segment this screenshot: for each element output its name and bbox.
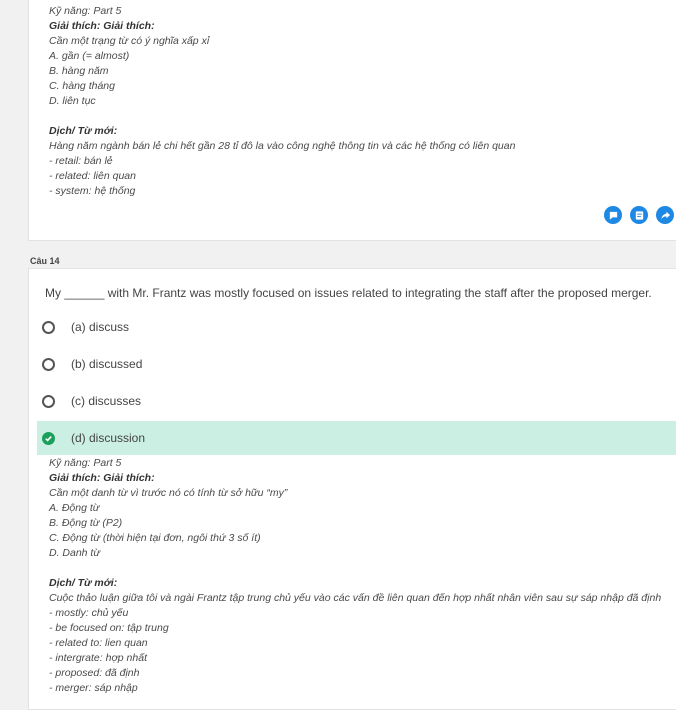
radio-icon (42, 394, 55, 408)
checkmark-icon (42, 431, 55, 445)
skill-label: Kỹ năng: Part 5 (49, 457, 122, 469)
explanation-heading: Giải thích: Giải thích: (49, 20, 155, 32)
option-label: (d) discussion (71, 431, 146, 445)
explanation-line: D. Danh từ (49, 547, 101, 559)
option-c[interactable]: (c) discusses (37, 384, 676, 418)
explanation-line: D. liên tục (49, 95, 96, 107)
option-label: (c) discusses (71, 394, 142, 408)
explanation-line: B. hàng năm (49, 65, 109, 77)
explanation-line: Cần một danh từ vì trước nó có tính từ s… (49, 487, 288, 499)
explanation-block: Kỹ năng: Part 5 Giải thích: Giải thích: … (49, 456, 661, 696)
share-icon (660, 211, 670, 219)
vocab-line: - be focused on: tập trung (49, 622, 169, 634)
vocab-line: - retail: bán lẻ (49, 155, 113, 167)
option-a[interactable]: (a) discuss (37, 310, 676, 344)
explanation-line: C. Động từ (thời hiện tại đơn, ngôi thứ … (49, 532, 261, 544)
translation-line: Cuộc thảo luận giữa tôi và ngài Frantz t… (49, 592, 662, 604)
explanation-line: B. Động từ (P2) (49, 517, 123, 529)
explanation-line: Cần một trạng từ có ý nghĩa xấp xỉ (49, 35, 210, 47)
option-label: (a) discuss (71, 320, 130, 334)
translation-heading: Dịch/ Từ mới: (49, 577, 118, 589)
comment-icon (609, 211, 617, 220)
question-text: My ______ with Mr. Frantz was mostly foc… (45, 286, 652, 300)
question-card: My ______ with Mr. Frantz was mostly foc… (28, 268, 676, 710)
note-button[interactable] (630, 206, 648, 224)
option-d[interactable]: (d) discussion (37, 421, 676, 455)
explanation-block: Kỹ năng: Part 5 Giải thích: Giải thích: … (49, 4, 515, 199)
option-b[interactable]: (b) discussed (37, 347, 676, 381)
comment-button[interactable] (604, 206, 622, 224)
radio-icon (42, 357, 55, 371)
vocab-line: - related: liên quan (49, 170, 136, 182)
vocab-line: - mostly: chủ yếu (49, 607, 129, 619)
translation-line: Hàng năm ngành bán lẻ chi hết gần 28 tỉ … (49, 140, 516, 152)
explanation-heading: Giải thích: Giải thích: (49, 472, 155, 484)
skill-label: Kỹ năng: Part 5 (49, 5, 122, 17)
explanation-line: A. gần (= almost) (49, 50, 130, 62)
explanation-line: C. hàng tháng (49, 80, 115, 92)
note-icon (635, 210, 643, 220)
option-label: (b) discussed (71, 357, 143, 371)
vocab-line: - merger: sáp nhập (49, 682, 138, 694)
translation-heading: Dịch/ Từ mới: (49, 125, 118, 137)
radio-icon (42, 320, 55, 334)
vocab-line: - system: hệ thống (49, 185, 136, 197)
vocab-line: - intergrate: hợp nhất (49, 652, 147, 664)
previous-explanation-card: Kỹ năng: Part 5 Giải thích: Giải thích: … (28, 0, 676, 241)
action-buttons (604, 206, 674, 224)
explanation-line: A. Động từ (49, 502, 100, 514)
question-number: Câu 14 (30, 256, 60, 266)
vocab-line: - related to: lien quan (49, 637, 148, 649)
share-button[interactable] (656, 206, 674, 224)
vocab-line: - proposed: đã định (49, 667, 140, 679)
